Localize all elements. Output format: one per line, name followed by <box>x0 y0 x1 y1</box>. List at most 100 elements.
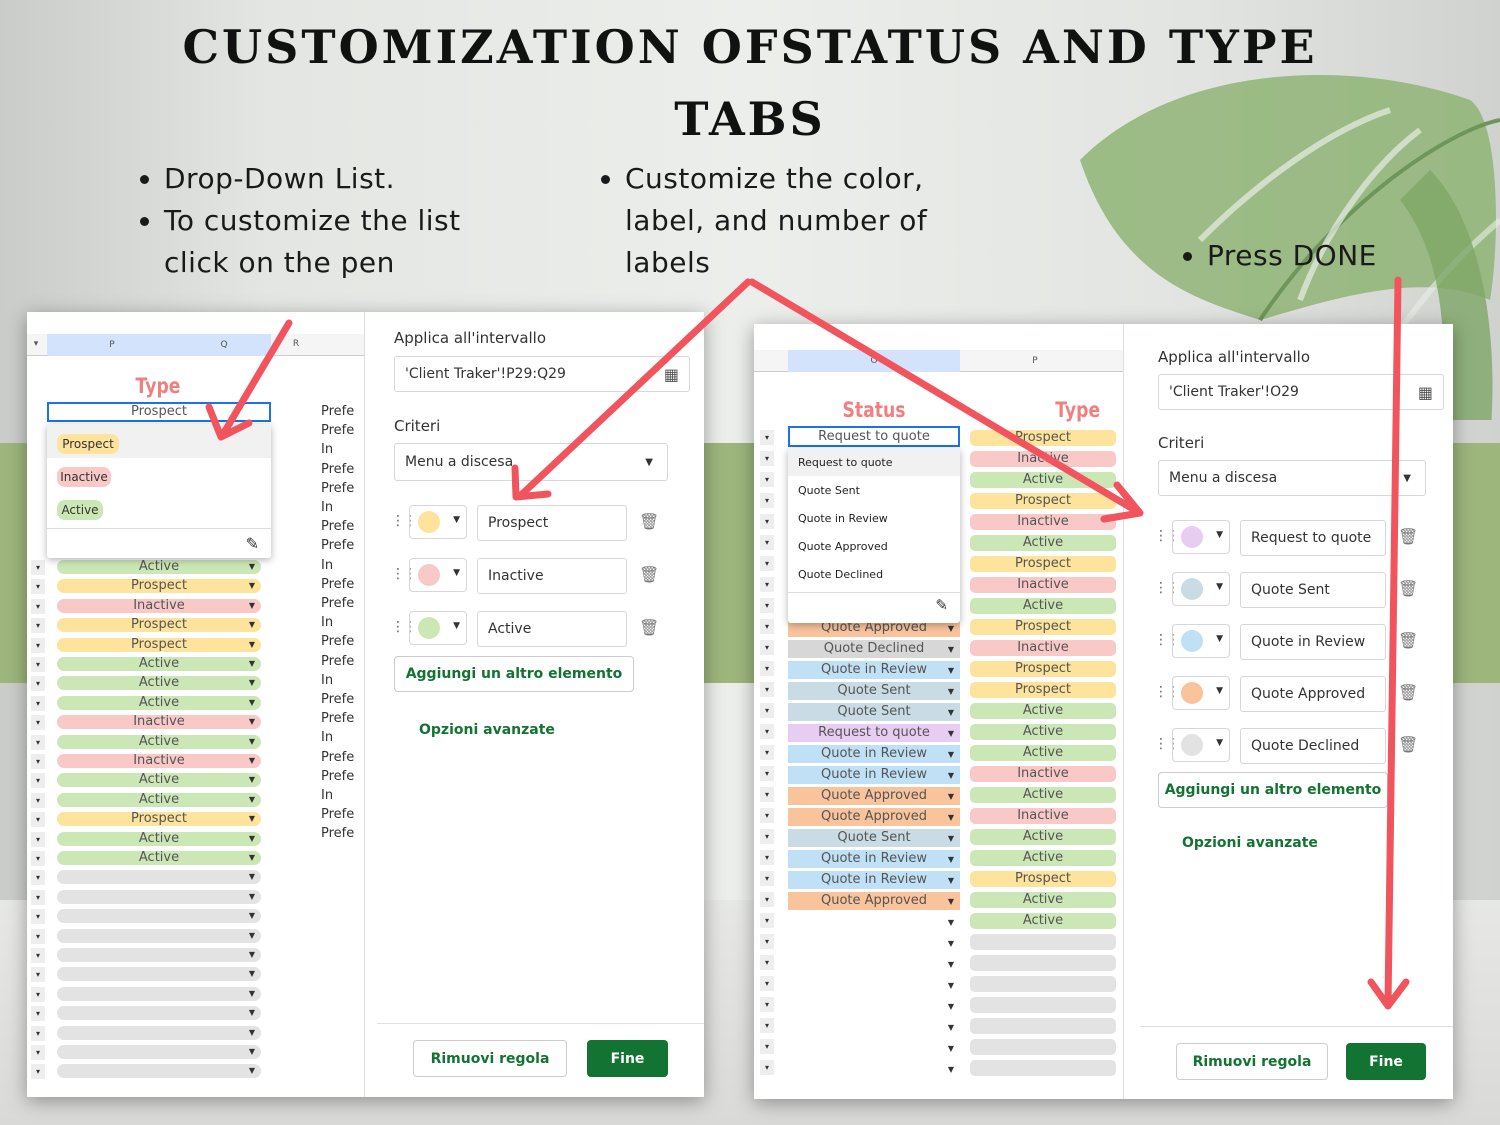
dropdown-option-review[interactable]: Quote in Review <box>798 512 888 525</box>
row-arrow-icon[interactable]: ▾ <box>31 986 45 1002</box>
row-arrow-icon[interactable]: ▾ <box>31 676 45 692</box>
dropdown-option-approved[interactable]: Quote Approved <box>798 540 888 553</box>
status-cell[interactable]: ▼ <box>788 1060 960 1078</box>
empty-chip[interactable]: ▼ <box>57 870 261 885</box>
row-arrow-icon[interactable]: ▾ <box>31 560 45 575</box>
column-header-q[interactable]: Q <box>177 334 271 356</box>
status-chip[interactable]: Prospect ▼ <box>57 618 261 633</box>
row-arrow-icon[interactable]: ▾ <box>31 889 45 905</box>
status-chip[interactable]: Active ▼ <box>57 560 261 574</box>
type-chip[interactable]: Active <box>970 472 1116 488</box>
trash-icon[interactable]: 🗑 <box>1398 579 1418 598</box>
color-picker-button[interactable]: ▼ <box>1172 624 1230 658</box>
row-arrow-icon[interactable]: ▾ <box>31 734 45 750</box>
status-chip[interactable]: Prospect ▼ <box>57 579 261 594</box>
row-arrow-icon[interactable]: ▾ <box>760 1060 774 1075</box>
dropdown-option-prospect[interactable]: Prospect <box>57 434 119 454</box>
type-chip[interactable] <box>970 1018 1116 1034</box>
color-picker-button[interactable]: ▼ <box>1172 520 1230 554</box>
row-arrow-icon[interactable]: ▾ <box>31 967 45 983</box>
type-chip[interactable]: Active <box>970 892 1116 908</box>
row-arrow-icon[interactable]: ▾ <box>31 1025 45 1041</box>
type-chip[interactable]: Active <box>970 535 1116 551</box>
type-chip[interactable]: Active <box>970 598 1116 614</box>
status-chip[interactable]: Active ▼ <box>57 851 261 865</box>
row-arrow-icon[interactable]: ▾ <box>31 598 45 614</box>
type-chip[interactable] <box>970 934 1116 950</box>
type-chip[interactable]: Inactive <box>970 577 1116 593</box>
row-arrow-icon[interactable]: ▾ <box>31 754 45 769</box>
item-label-input[interactable]: Prospect <box>477 505 627 541</box>
status-cell[interactable]: ▼ <box>788 1039 960 1057</box>
grid-select-icon[interactable]: ▦ <box>664 365 679 384</box>
row-arrow-icon[interactable]: ▾ <box>31 870 45 886</box>
trash-icon[interactable]: 🗑 <box>639 565 659 584</box>
criteria-select[interactable]: Menu a discesa ▼ <box>1158 460 1426 496</box>
column-menu-icon[interactable]: ▾ <box>27 339 45 349</box>
row-arrow-icon[interactable]: ▾ <box>760 577 774 592</box>
row-arrow-icon[interactable]: ▾ <box>760 430 774 445</box>
status-cell[interactable]: ▼ <box>788 934 960 952</box>
status-cell[interactable]: Quote in Review ▼ <box>788 745 960 763</box>
type-chip[interactable]: Prospect <box>970 871 1116 887</box>
type-chip[interactable]: Inactive <box>970 766 1116 782</box>
empty-chip[interactable]: ▼ <box>57 1006 261 1021</box>
row-arrow-icon[interactable]: ▾ <box>760 682 774 697</box>
empty-chip[interactable]: ▼ <box>57 1045 261 1059</box>
row-arrow-icon[interactable]: ▾ <box>31 948 45 963</box>
type-chip[interactable] <box>970 955 1116 971</box>
trash-icon[interactable]: 🗑 <box>639 618 659 637</box>
add-item-button[interactable]: Aggiungi un altro elemento <box>1158 772 1388 808</box>
row-arrow-icon[interactable]: ▾ <box>760 934 774 949</box>
status-chip[interactable]: Inactive ▼ <box>57 754 261 768</box>
row-arrow-icon[interactable]: ▾ <box>31 1064 45 1080</box>
status-chip[interactable]: Active ▼ <box>57 676 261 691</box>
status-cell[interactable]: Quote Approved ▼ <box>788 808 960 826</box>
status-cell[interactable]: Quote in Review ▼ <box>788 661 960 679</box>
status-cell[interactable]: ▼ <box>788 976 960 994</box>
status-chip[interactable]: Active ▼ <box>57 734 261 749</box>
type-chip[interactable]: Inactive <box>970 514 1116 530</box>
row-arrow-icon[interactable]: ▾ <box>760 913 774 928</box>
row-arrow-icon[interactable]: ▾ <box>31 792 45 808</box>
row-arrow-icon[interactable]: ▾ <box>31 715 45 731</box>
status-chip[interactable]: Prospect ▼ <box>57 812 261 827</box>
empty-chip[interactable]: ▼ <box>57 909 261 924</box>
selected-cell[interactable]: Prospect <box>47 402 271 422</box>
advanced-options-link[interactable]: Opzioni avanzate <box>1182 835 1318 851</box>
row-arrow-icon[interactable]: ▾ <box>760 892 774 907</box>
type-chip[interactable]: Prospect <box>970 556 1116 572</box>
row-arrow-icon[interactable]: ▾ <box>760 955 774 970</box>
remove-rule-button[interactable]: Rimuovi regola <box>413 1040 567 1077</box>
status-chip[interactable]: Active ▼ <box>57 831 261 846</box>
status-chip[interactable]: Active ▼ <box>57 773 261 788</box>
row-arrow-icon[interactable]: ▾ <box>760 976 774 991</box>
row-arrow-icon[interactable]: ▾ <box>760 997 774 1012</box>
row-arrow-icon[interactable]: ▾ <box>31 812 45 828</box>
row-arrow-icon[interactable]: ▾ <box>31 657 45 672</box>
type-chip[interactable]: Active <box>970 703 1116 719</box>
status-cell[interactable]: Quote Sent ▼ <box>788 703 960 721</box>
column-header-r[interactable]: R <box>271 339 321 349</box>
empty-chip[interactable]: ▼ <box>57 889 261 904</box>
row-arrow-icon[interactable]: ▾ <box>760 1018 774 1033</box>
column-header-p[interactable]: P <box>47 334 177 356</box>
column-header-p[interactable]: P <box>960 350 1110 372</box>
type-chip[interactable]: Active <box>970 850 1116 866</box>
row-arrow-icon[interactable]: ▾ <box>31 1006 45 1022</box>
type-chip[interactable]: Active <box>970 787 1116 803</box>
row-arrow-icon[interactable]: ▾ <box>760 556 774 571</box>
row-arrow-icon[interactable]: ▾ <box>760 766 774 781</box>
status-cell[interactable]: Quote Sent ▼ <box>788 829 960 847</box>
type-chip[interactable]: Active <box>970 829 1116 845</box>
dropdown-option-declined[interactable]: Quote Declined <box>798 568 883 581</box>
item-label-input[interactable]: Quote in Review <box>1240 624 1386 660</box>
row-arrow-icon[interactable]: ▾ <box>31 831 45 847</box>
trash-icon[interactable]: 🗑 <box>1398 631 1418 650</box>
status-cell[interactable]: ▼ <box>788 1018 960 1036</box>
status-cell[interactable]: Quote Declined ▼ <box>788 640 960 658</box>
dropdown-option-sent[interactable]: Quote Sent <box>798 484 860 497</box>
row-arrow-icon[interactable]: ▾ <box>31 773 45 789</box>
type-chip[interactable]: Inactive <box>970 808 1116 824</box>
status-cell[interactable]: Request to quote ▼ <box>788 724 960 742</box>
